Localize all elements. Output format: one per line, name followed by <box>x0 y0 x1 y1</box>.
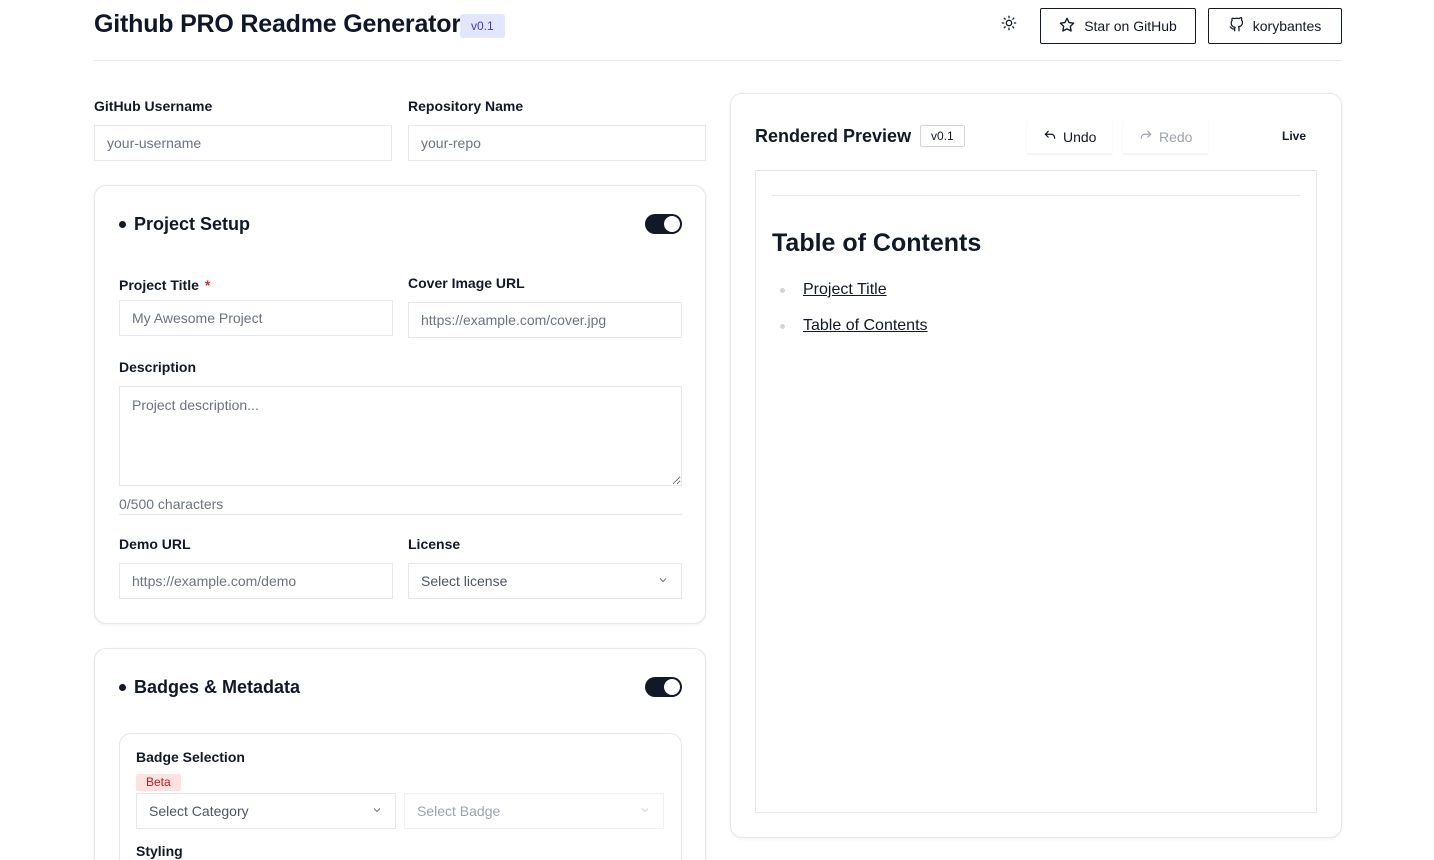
project-setup-card: Project Setup Project Title* Cover Image… <box>94 185 706 624</box>
project-title-label: Project Title * <box>119 277 211 293</box>
toggle-knob <box>664 679 680 695</box>
star-icon <box>1059 17 1075 36</box>
badges-metadata-title: Badges & Metadata <box>119 677 300 698</box>
app-title: Github PRO Readme Generator <box>94 10 461 38</box>
repo-input[interactable] <box>408 125 706 161</box>
license-label: License <box>408 536 461 552</box>
redo-button[interactable]: Redo <box>1123 121 1209 154</box>
sun-icon <box>1001 15 1017 36</box>
project-setup-toggle[interactable] <box>645 214 682 234</box>
beta-badge: Beta <box>136 774 181 791</box>
username-label: GitHub Username <box>94 98 213 114</box>
github-user-label: korybantes <box>1252 18 1322 34</box>
badge-selection-label: Badge Selection <box>136 749 245 765</box>
preview-version-badge: v0.1 <box>920 125 965 147</box>
live-indicator: Live <box>1282 129 1307 143</box>
undo-icon <box>1043 129 1057 146</box>
project-setup-title: Project Setup <box>119 214 250 235</box>
github-icon <box>1229 16 1244 35</box>
badges-metadata-card: Badges & Metadata Badge Selection Beta S… <box>94 648 706 860</box>
section-divider <box>119 514 682 515</box>
badges-metadata-toggle[interactable] <box>645 677 682 697</box>
chevron-down-icon <box>639 803 651 819</box>
badge-select[interactable]: Select Badge <box>404 793 664 829</box>
app-header: Github PRO Readme Generator v0.1 Star on… <box>94 0 1342 61</box>
toc-link-project-title[interactable]: Project Title <box>803 281 887 299</box>
chevron-down-icon <box>657 573 669 589</box>
description-label: Description <box>119 359 197 375</box>
preview-title: Rendered Preview <box>755 126 912 146</box>
cover-image-input[interactable] <box>408 302 682 338</box>
redo-icon <box>1139 129 1153 146</box>
github-user-button[interactable]: korybantes <box>1208 8 1342 44</box>
preview-divider <box>772 195 1300 196</box>
bullet-icon <box>780 323 785 329</box>
badge-category-select[interactable]: Select Category <box>136 793 396 829</box>
demo-url-input[interactable] <box>119 563 393 599</box>
project-title-input[interactable] <box>119 300 393 336</box>
toc-heading: Table of Contents <box>772 229 982 257</box>
bullet-icon <box>119 221 126 228</box>
toc-list-item: Table of Contents <box>780 317 928 335</box>
repo-label: Repository Name <box>408 98 524 114</box>
star-on-github-button[interactable]: Star on GitHub <box>1040 8 1196 44</box>
license-select[interactable]: Select license <box>408 563 682 599</box>
required-mark: * <box>204 277 211 293</box>
username-input[interactable] <box>94 125 392 161</box>
undo-button[interactable]: Undo <box>1027 121 1113 154</box>
preview-card: Rendered Preview v0.1 Undo Redo Live Tab… <box>730 93 1342 838</box>
star-on-github-label: Star on GitHub <box>1084 18 1177 34</box>
version-badge: v0.1 <box>460 14 505 38</box>
toggle-knob <box>664 216 680 232</box>
description-char-count: 0/500 characters <box>119 496 224 512</box>
chevron-down-icon <box>371 803 383 819</box>
bullet-icon <box>119 684 126 691</box>
preview-render-area: Table of Contents Project Title Table of… <box>755 170 1317 813</box>
toc-link-table-of-contents[interactable]: Table of Contents <box>803 317 928 335</box>
description-textarea[interactable] <box>119 386 682 486</box>
demo-url-label: Demo URL <box>119 536 191 552</box>
badge-selection-card: Badge Selection Beta Select Category Sel… <box>119 733 682 860</box>
theme-toggle-button[interactable] <box>996 12 1022 38</box>
toc-list-item: Project Title <box>780 281 887 299</box>
bullet-icon <box>780 287 785 293</box>
cover-image-label: Cover Image URL <box>408 275 525 291</box>
styling-label: Styling <box>136 843 183 859</box>
